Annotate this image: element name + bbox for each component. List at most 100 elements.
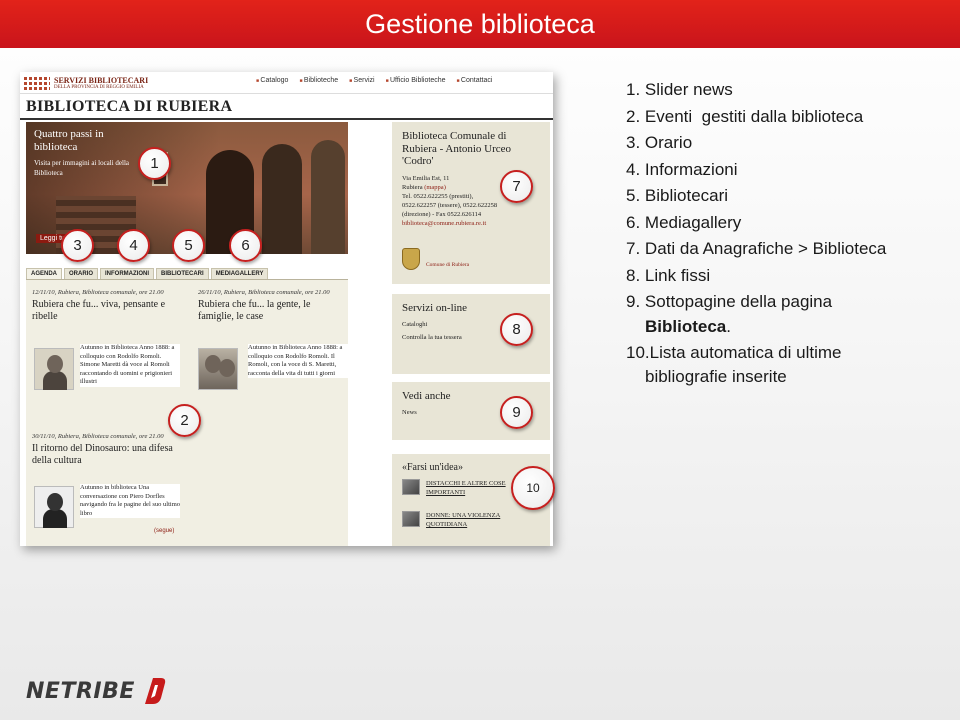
callout-badge-6: 6 [229,229,262,262]
legend-number: 8. [626,265,641,285]
legend-text-bold: Biblioteca [645,316,727,336]
legend-text: Slider news [644,80,733,99]
slide-title: Gestione biblioteca [365,9,595,39]
callout-badge-3: 3 [61,229,94,262]
bibliography-title[interactable]: DISTACCHI E ALTRE COSE IMPORTANTI [426,480,506,496]
library-logo-icon [24,76,50,90]
legend-text: Sottopagine della pagina [644,292,833,311]
legend-number: 4. [626,159,641,179]
footer-logo: NETRIBE d [26,676,167,706]
bibliography-item[interactable]: DONNE: UNA VIOLENZA QUOTIDIANA [402,511,540,537]
legend-text: Lista automatica di ultime [649,342,842,362]
callout-badge-7: 7 [500,170,533,203]
legend-text: Dati da Anagrafiche > Biblioteca [644,239,887,258]
legend-list: 1. Slider news 2. Eventi gestiti dalla b… [626,77,946,388]
tab-orario[interactable]: ORARIO [64,268,99,279]
legend-item: 6. Mediagallery [626,210,946,237]
legend-number: 2. [626,106,641,126]
tab-agenda[interactable]: AGENDA [26,268,63,279]
library-fax: (direzione) - Fax 0522.626114 [402,210,482,218]
tab-bibliotecari[interactable]: BIBLIOTECARI [156,268,209,279]
event-thumbnail[interactable] [34,348,74,390]
legend-item: 4. Informazioni [626,157,946,184]
comune-link[interactable]: Comune di Rubiera [426,262,469,268]
event-description: Autunno in Biblioteca Anno 1888: a collo… [80,344,180,387]
library-email-link[interactable]: biblioteca@comune.rubiera.re.it [402,219,540,228]
library-name: Biblioteca Comunale di Rubiera - Antonio… [402,130,512,167]
event-description: Autunno in Biblioteca Anno 1888: a collo… [248,344,348,378]
event-date: 26/11/10, Rubiera, Biblioteca comunale, … [198,289,330,296]
slider-photo-arch [311,140,345,254]
legend-text: Link fissi [644,265,711,285]
legend-text-tail: . [726,316,731,336]
library-city-name: Rubiera [402,183,423,191]
site-topbar: SERVIZI BIBLIOTECARI DELLA PROVINCIA DI … [20,72,553,94]
event-thumbnail[interactable] [198,348,238,390]
services-title: Servizi on-line [402,302,468,314]
callout-badge-10: 10 [511,466,555,510]
bibliography-thumbnail [402,479,420,495]
site-nav: Catalogo Biblioteche Servizi Ufficio Bib… [256,77,492,84]
nav-item-biblioteche[interactable]: Biblioteche [299,77,338,84]
site-brand-sub: DELLA PROVINCIA DI REGGIO EMILIA [54,85,144,90]
site-page-title: BIBLIOTECA DI RUBIERA [26,98,233,115]
event-thumbnail[interactable] [34,486,74,528]
site-brand: SERVIZI BIBLIOTECARI [54,76,149,85]
legend-item: 3. Orario [626,130,946,157]
netribe-logo: NETRIBE [26,678,135,704]
event-item[interactable]: 26/11/10, Rubiera, Biblioteca comunale, … [198,288,348,323]
legend-number: 3. [626,133,641,152]
legend-item: 1. Slider news [626,77,946,104]
legend-item: 10.Lista automatica di ultime bibliograf… [626,340,946,389]
nav-item-catalogo[interactable]: Catalogo [256,77,288,84]
legend-number: 5. [626,186,641,205]
divider [20,118,553,120]
event-date: 12/11/10, Rubiera, Biblioteca comunale, … [32,289,164,296]
slider-subtitle: Visita per immagini ai locali della Bibl… [34,159,130,177]
nav-item-contattaci[interactable]: Contattaci [457,77,493,84]
library-info-box: Biblioteca Comunale di Rubiera - Antonio… [392,122,550,284]
legend-text: Mediagallery [644,212,742,232]
event-title[interactable]: Il ritorno del Dinosauro: una difesa del… [32,443,182,467]
event-title[interactable]: Rubiera che fu... viva, pensante e ribel… [32,299,182,323]
tab-informazioni[interactable]: INFORMAZIONI [100,268,155,279]
callout-badge-1: 1 [138,147,171,180]
legend-item: 8. Link fissi [626,263,946,290]
slider-photo-arch [262,144,302,254]
legend-item: 2. Eventi gestiti dalla biblioteca [626,104,946,131]
legend-item: 7. Dati da Anagrafiche > Biblioteca [626,236,946,263]
bibliography-title[interactable]: DONNE: UNA VIOLENZA QUOTIDIANA [426,512,500,528]
coat-of-arms-icon [402,248,420,270]
netribe-mark-icon [144,678,166,704]
slide-header: Gestione biblioteca [0,0,960,48]
legend-number: 6. [626,212,641,232]
legend-item: 5. Bibliotecari [626,183,946,210]
callout-badge-9: 9 [500,396,533,429]
event-item[interactable]: 12/11/10, Rubiera, Biblioteca comunale, … [32,288,182,323]
bibliography-thumbnail [402,511,420,527]
map-link[interactable]: (mappa) [424,184,446,191]
legend-text-continued: bibliografie inserite [645,367,787,386]
event-item[interactable]: 30/11/10, Rubiera, Biblioteca comunale, … [32,432,182,467]
read-more-link[interactable]: (segue) [154,528,174,534]
nav-item-servizi[interactable]: Servizi [349,77,375,84]
legend-number: 1. [626,80,641,99]
tab-mediagallery[interactable]: MEDIAGALLERY [210,268,269,279]
legend-number: 9. [626,292,641,311]
nav-item-ufficio[interactable]: Ufficio Biblioteche [386,77,446,84]
legend-text-continued: Biblioteca. [626,316,946,338]
legend-text: Eventi gestiti dalla biblioteca [644,106,864,126]
legend-number: 10. [626,342,650,362]
callout-badge-8: 8 [500,313,533,346]
event-title[interactable]: Rubiera che fu... la gente, le famiglie,… [198,299,348,323]
legend-number: 7. [626,239,641,258]
callout-badge-2: 2 [168,404,201,437]
section-tabs: AGENDA ORARIO INFORMAZIONI BIBLIOTECARI … [26,268,348,280]
legend-text: Orario [644,133,693,152]
legend-item: 9. Sottopagine della pagina Biblioteca. [626,289,946,338]
legend-text: Bibliotecari [644,186,729,205]
slider-title: Quattro passi in biblioteca [34,128,104,153]
website-screenshot: SERVIZI BIBLIOTECARI DELLA PROVINCIA DI … [20,72,553,546]
event-description: Autunno in biblioteca Una conversazione … [80,484,181,518]
callout-badge-5: 5 [172,229,205,262]
